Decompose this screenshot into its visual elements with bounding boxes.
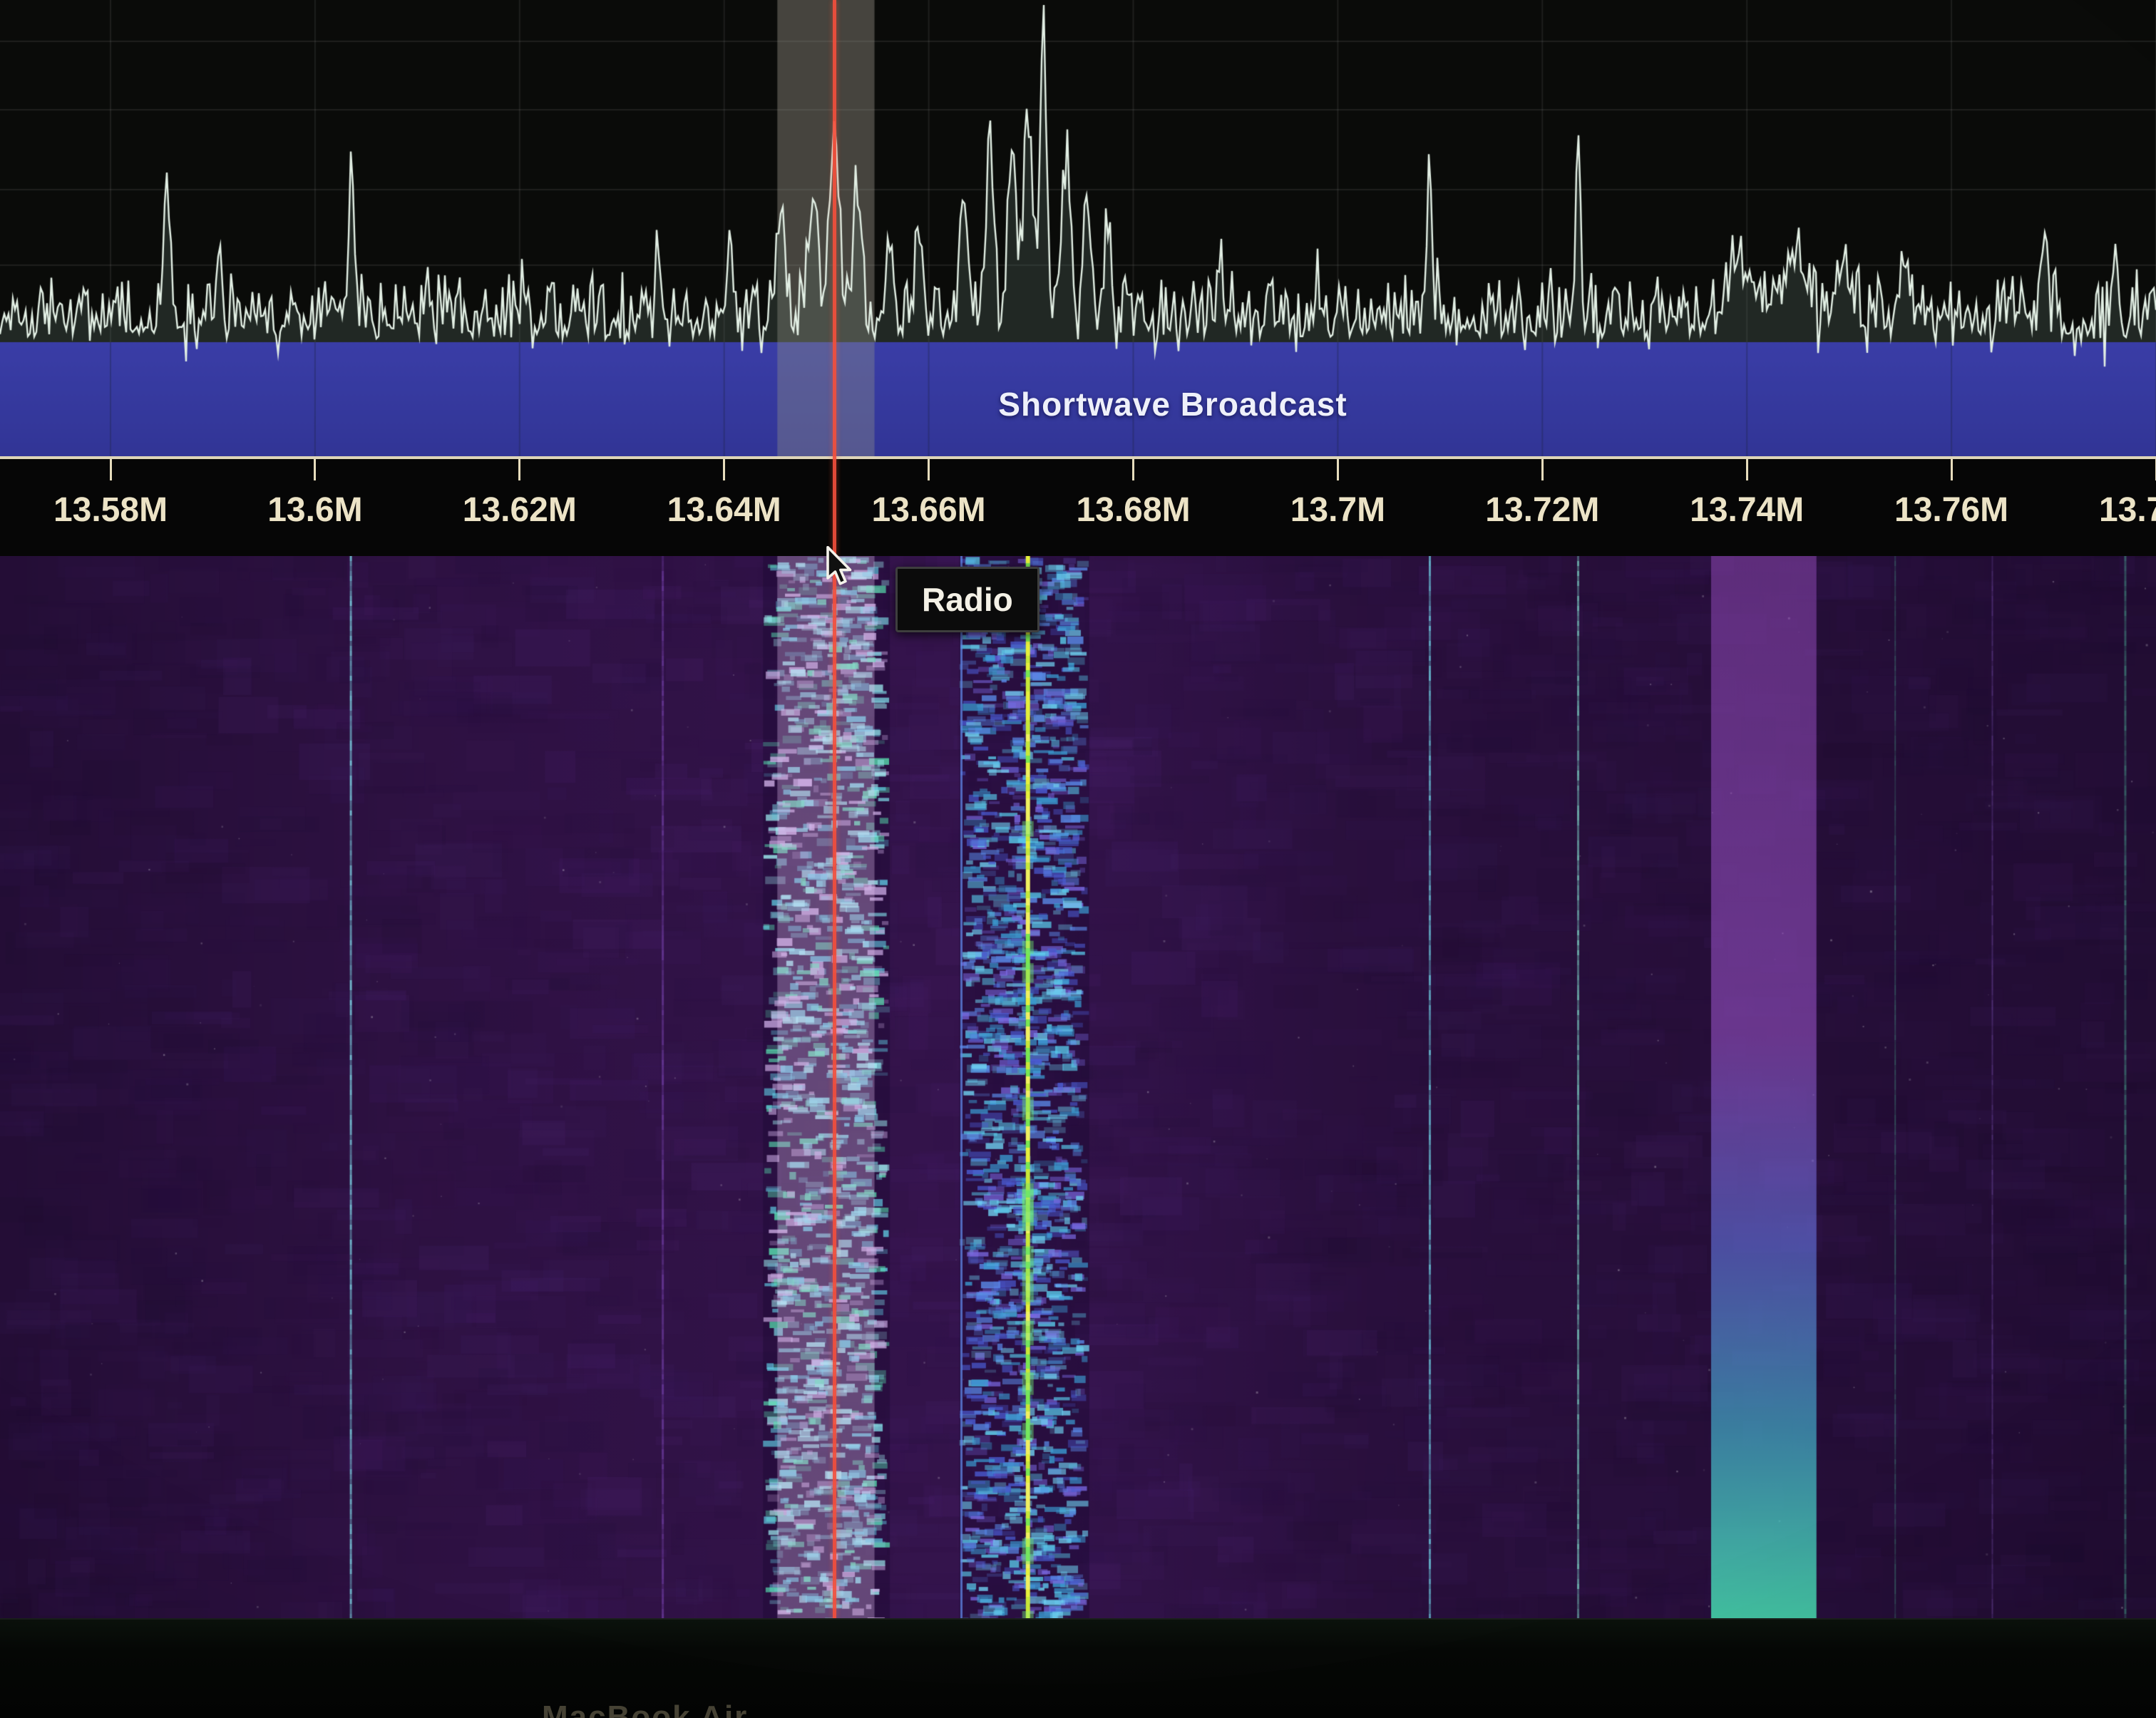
freq-label: 13.58M — [53, 490, 168, 530]
freq-tick — [1746, 459, 1748, 480]
freq-label: 13.66M — [872, 490, 986, 530]
freq-tick — [518, 459, 520, 480]
freq-tick — [110, 459, 112, 480]
freq-label: 13.74M — [1690, 490, 1804, 530]
freq-tick — [1951, 459, 1953, 480]
freq-tick — [1337, 459, 1339, 480]
laptop-bezel: MacBook Air — [0, 1618, 2156, 1718]
freq-tick — [723, 459, 725, 480]
radio-tooltip: Radio — [895, 567, 1040, 632]
bezel-brand-text: MacBook Air — [542, 1699, 748, 1718]
freq-label: 13.64M — [667, 490, 781, 530]
freq-label: 13.6M — [267, 490, 362, 530]
freq-label: 13.76M — [1894, 490, 2008, 530]
freq-label: 13.72M — [1485, 490, 1599, 530]
freq-label: 13.68M — [1076, 490, 1190, 530]
freq-label: 13.7M — [1290, 490, 1385, 530]
frequency-scale[interactable]: 13.58M 13.6M 13.62M 13.64M 13.66M 13.68M 13.7M… — [0, 456, 2156, 556]
radio-tooltip-label: Radio — [922, 581, 1013, 618]
mouse-cursor-icon — [825, 546, 856, 592]
freq-tick — [928, 459, 930, 480]
band-plan-label: Shortwave Broadcast — [998, 385, 1347, 423]
freq-label: 13.62M — [463, 490, 577, 530]
freq-tick — [1541, 459, 1544, 480]
freq-tick — [1132, 459, 1134, 480]
sdr-app-screen: Shortwave Broadcast 13.58M13.6M13.62M13.… — [0, 0, 2156, 1718]
freq-tick — [314, 459, 316, 480]
vfo-tuning-line[interactable] — [833, 0, 836, 1618]
waterfall-panel[interactable] — [0, 556, 2156, 1618]
freq-label: 13.78M — [2099, 490, 2156, 530]
